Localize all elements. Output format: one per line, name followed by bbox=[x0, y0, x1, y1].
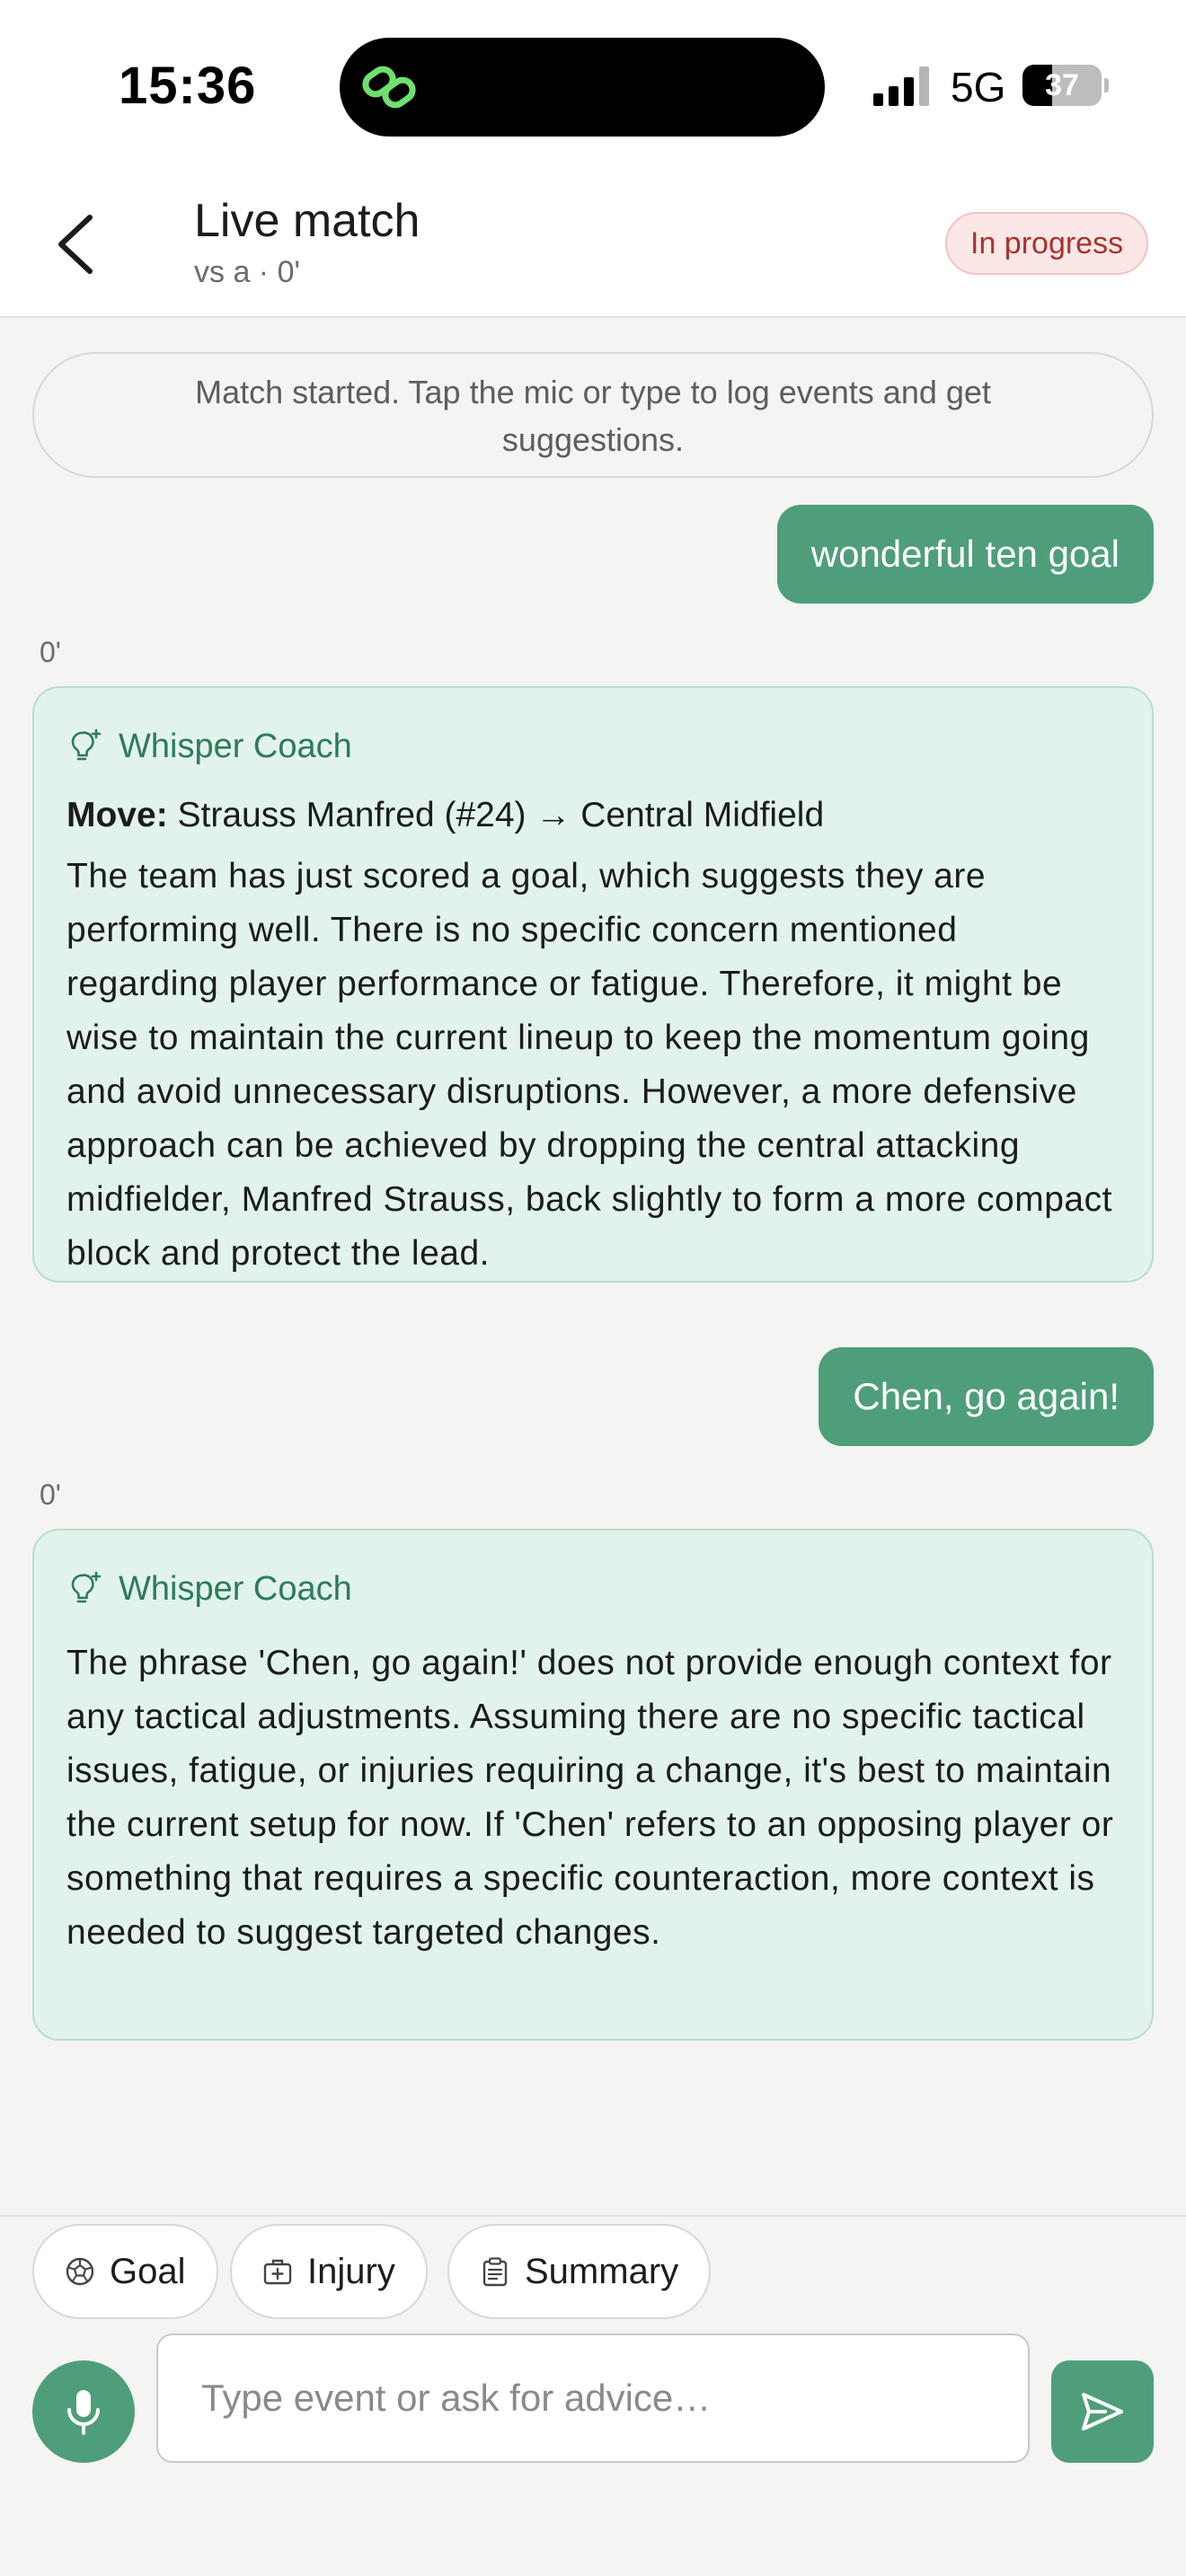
message-timestamp: 0' bbox=[40, 1478, 61, 1511]
dynamic-island bbox=[340, 38, 825, 137]
coach-message-body: The phrase 'Chen, go again!' does not pr… bbox=[66, 1644, 1114, 1952]
summary-chip-label: Summary bbox=[525, 2251, 679, 2291]
user-message: wonderful ten goal bbox=[776, 505, 1154, 604]
move-suggestion: Move: Strauss Manfred (#24) → Central Mi… bbox=[66, 796, 1120, 835]
injury-chip-label: Injury bbox=[307, 2251, 395, 2291]
send-button[interactable] bbox=[1051, 2360, 1154, 2463]
status-badge: In progress bbox=[945, 212, 1149, 275]
system-note: Match started. Tap the mic or type to lo… bbox=[32, 352, 1154, 478]
send-icon bbox=[1082, 2393, 1123, 2430]
message-input[interactable] bbox=[156, 2333, 1030, 2463]
page-title: Live match bbox=[194, 195, 420, 247]
coach-suggestion-card: Whisper Coach Move: Strauss Manfred (#24… bbox=[32, 686, 1154, 1283]
status-bar: 15:36 5G 37 bbox=[0, 0, 1186, 171]
cellular-signal-icon bbox=[873, 66, 929, 106]
lightbulb-sparkle-icon bbox=[71, 1571, 102, 1603]
microphone-icon bbox=[67, 2390, 100, 2435]
coach-header: Whisper Coach bbox=[66, 724, 1120, 769]
lightbulb-sparkle-icon bbox=[71, 728, 102, 761]
move-label: Move: bbox=[66, 796, 168, 834]
coach-message-body: The team has just scored a goal, which s… bbox=[66, 857, 1112, 1273]
battery-icon: 37 bbox=[1022, 65, 1109, 106]
coach-header: Whisper Coach bbox=[66, 1566, 1120, 1611]
user-message: Chen, go again! bbox=[819, 1347, 1154, 1446]
coach-name: Whisper Coach bbox=[119, 1569, 352, 1608]
goal-chip-label: Goal bbox=[110, 2251, 186, 2291]
live-match-screen: 15:36 5G 37 Live match vs a · 0' In prog… bbox=[0, 0, 1186, 2576]
soccer-ball-icon bbox=[66, 2257, 94, 2286]
composer-area: Goal Injury Summary bbox=[0, 2215, 1186, 2576]
clipboard-icon bbox=[482, 2257, 508, 2287]
network-type: 5G bbox=[951, 64, 1006, 110]
move-text: Strauss Manfred (#24) → Central Midfield bbox=[177, 796, 825, 834]
status-time: 15:36 bbox=[119, 57, 257, 115]
battery-percent: 37 bbox=[1045, 68, 1079, 102]
message-timestamp: 0' bbox=[40, 636, 61, 668]
link-icon bbox=[362, 66, 416, 109]
mic-button[interactable] bbox=[32, 2360, 135, 2463]
chevron-left-icon[interactable] bbox=[50, 210, 101, 278]
coach-suggestion-card: Whisper Coach The phrase 'Chen, go again… bbox=[32, 1529, 1154, 2041]
match-subtitle: vs a · 0' bbox=[194, 255, 300, 289]
injury-chip[interactable]: Injury bbox=[230, 2224, 428, 2319]
first-aid-kit-icon bbox=[263, 2259, 292, 2285]
summary-chip[interactable]: Summary bbox=[447, 2224, 712, 2319]
coach-name: Whisper Coach bbox=[119, 727, 352, 765]
app-header: Live match vs a · 0' In progress bbox=[0, 171, 1186, 318]
goal-chip[interactable]: Goal bbox=[32, 2224, 218, 2319]
chat-feed[interactable]: Match started. Tap the mic or type to lo… bbox=[0, 320, 1186, 2215]
